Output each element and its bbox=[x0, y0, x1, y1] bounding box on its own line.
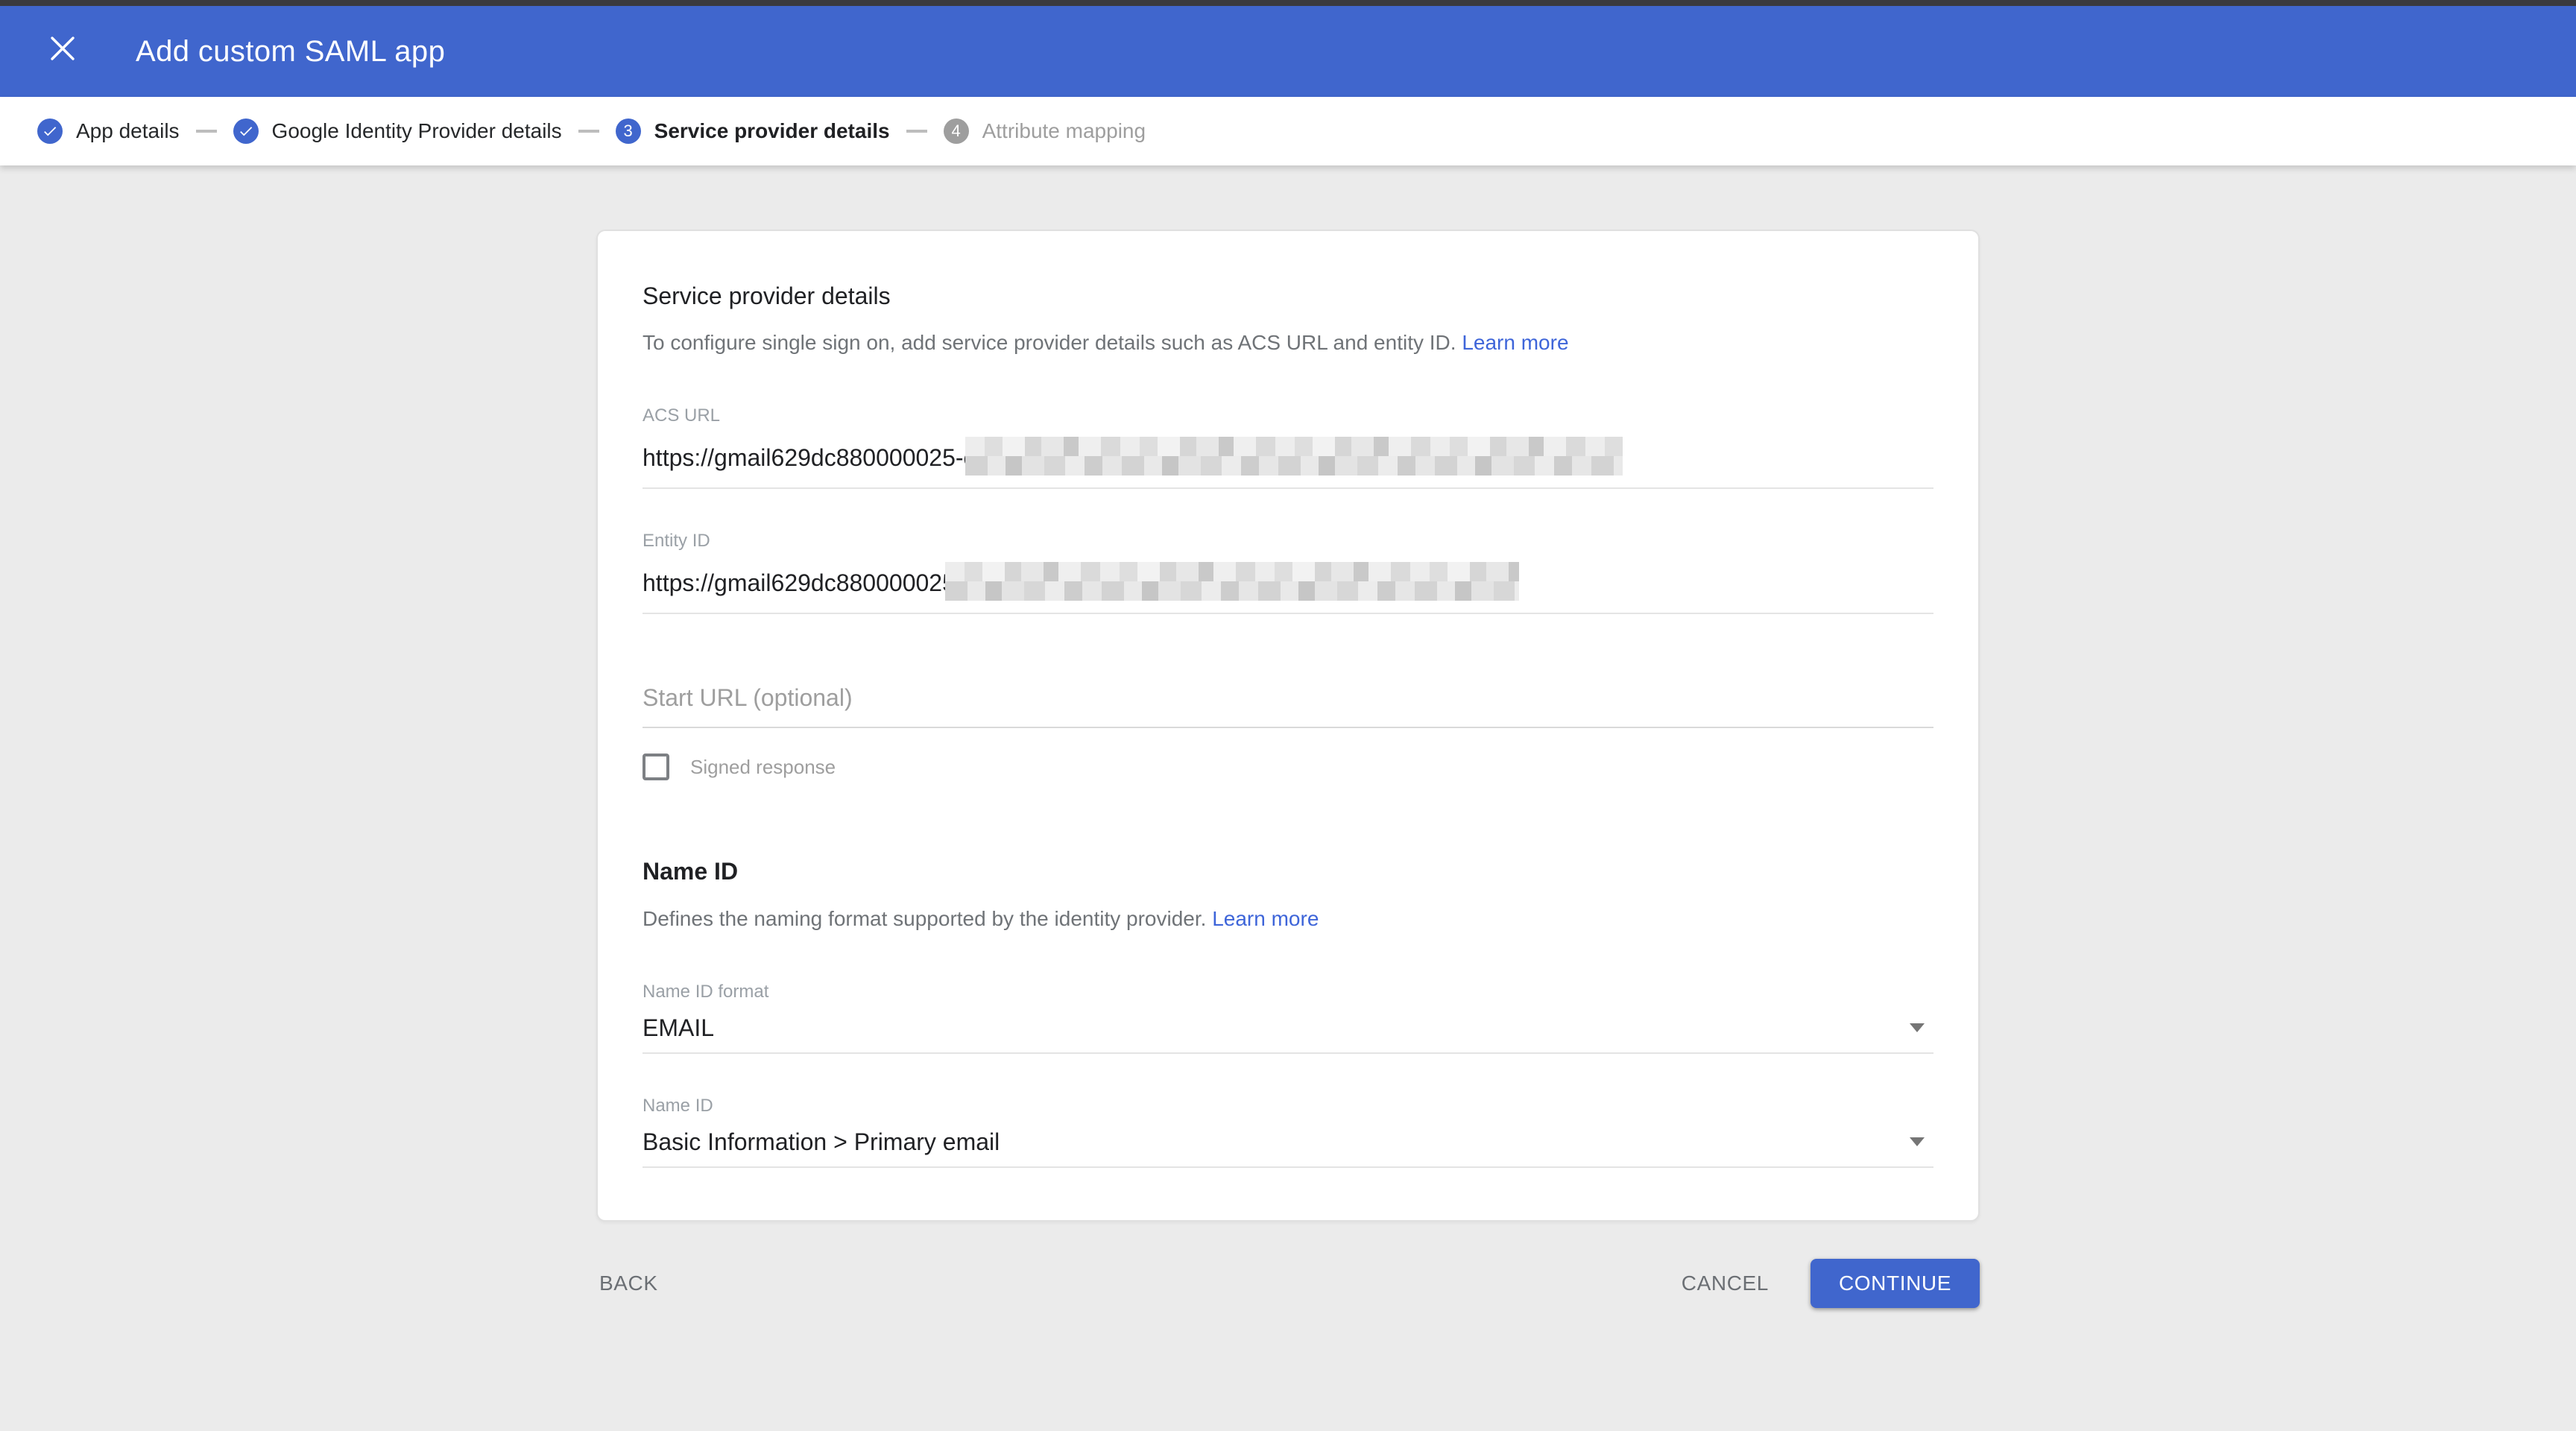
entity-id-value: https://gmail629dc880000025 bbox=[643, 569, 956, 597]
dialog-titlebar: Add custom SAML app bbox=[0, 6, 2576, 97]
close-button[interactable] bbox=[40, 29, 85, 74]
entity-id-input[interactable]: https://gmail629dc880000025 bbox=[643, 563, 1933, 614]
learn-more-link[interactable]: Learn more bbox=[1212, 907, 1319, 930]
name-id-description-text: Defines the naming format supported by t… bbox=[643, 907, 1206, 930]
name-id-format-value: EMAIL bbox=[643, 1014, 714, 1042]
start-url-field bbox=[643, 684, 1933, 728]
card-description-text: To configure single sign on, add service… bbox=[643, 331, 1456, 354]
window-top-edge bbox=[0, 0, 2576, 6]
acs-url-input[interactable]: https://gmail629dc880000025-c bbox=[643, 438, 1933, 489]
signed-response-label: Signed response bbox=[690, 756, 836, 779]
name-id-field: Name ID Basic Information > Primary emai… bbox=[643, 1096, 1933, 1168]
step-completed-check-icon bbox=[37, 119, 63, 144]
entity-id-label: Entity ID bbox=[643, 531, 1933, 552]
dialog-footer: BACK CANCEL CONTINUE bbox=[596, 1259, 1980, 1308]
name-id-label: Name ID bbox=[643, 1096, 1933, 1116]
dialog-title: Add custom SAML app bbox=[136, 35, 445, 69]
stepper-step-app-details[interactable]: App details bbox=[37, 119, 180, 144]
stepper-connector bbox=[578, 130, 599, 133]
name-id-select[interactable]: Basic Information > Primary email bbox=[643, 1128, 1933, 1168]
step-label: App details bbox=[76, 119, 180, 143]
dropdown-arrow-icon bbox=[1910, 1023, 1925, 1032]
step-label: Service provider details bbox=[654, 119, 890, 143]
close-icon bbox=[50, 36, 75, 67]
redaction-blur bbox=[945, 562, 1519, 601]
step-label: Google Identity Provider details bbox=[272, 119, 562, 143]
step-number-badge: 3 bbox=[616, 119, 641, 144]
back-button[interactable]: BACK bbox=[596, 1260, 661, 1307]
acs-url-label: ACS URL bbox=[643, 405, 1933, 426]
stepper-connector bbox=[906, 130, 927, 133]
step-number-badge: 4 bbox=[944, 119, 969, 144]
acs-url-field: ACS URL https://gmail629dc880000025-c bbox=[643, 405, 1933, 489]
name-id-section-description: Defines the naming format supported by t… bbox=[643, 906, 1933, 932]
name-id-value: Basic Information > Primary email bbox=[643, 1128, 1000, 1156]
learn-more-link[interactable]: Learn more bbox=[1462, 331, 1568, 354]
continue-button[interactable]: CONTINUE bbox=[1811, 1259, 1980, 1308]
name-id-section-title: Name ID bbox=[643, 858, 1933, 885]
step-completed-check-icon bbox=[233, 119, 259, 144]
dropdown-arrow-icon bbox=[1910, 1137, 1925, 1146]
stepper-step-service-provider-details[interactable]: 3 Service provider details bbox=[616, 119, 890, 144]
name-id-format-label: Name ID format bbox=[643, 982, 1933, 1002]
name-id-format-field: Name ID format EMAIL bbox=[643, 982, 1933, 1054]
entity-id-field: Entity ID https://gmail629dc880000025 bbox=[643, 531, 1933, 614]
service-provider-details-card: Service provider details To configure si… bbox=[596, 230, 1980, 1222]
card-title: Service provider details bbox=[643, 282, 1933, 310]
stepper-step-attribute-mapping[interactable]: 4 Attribute mapping bbox=[944, 119, 1146, 144]
redaction-blur bbox=[965, 437, 1623, 476]
wizard-stepper: App details Google Identity Provider det… bbox=[0, 97, 2576, 165]
stepper-connector bbox=[196, 130, 217, 133]
cancel-button[interactable]: CANCEL bbox=[1679, 1260, 1772, 1307]
signed-response-row: Signed response bbox=[643, 754, 1933, 780]
step-label: Attribute mapping bbox=[982, 119, 1146, 143]
acs-url-value: https://gmail629dc880000025-c bbox=[643, 444, 976, 472]
dialog-body: Service provider details To configure si… bbox=[0, 230, 2576, 1308]
stepper-step-google-idp-details[interactable]: Google Identity Provider details bbox=[233, 119, 562, 144]
signed-response-checkbox[interactable] bbox=[643, 754, 669, 780]
start-url-input[interactable] bbox=[643, 684, 1933, 728]
name-id-format-select[interactable]: EMAIL bbox=[643, 1014, 1933, 1054]
card-description: To configure single sign on, add service… bbox=[643, 329, 1933, 356]
